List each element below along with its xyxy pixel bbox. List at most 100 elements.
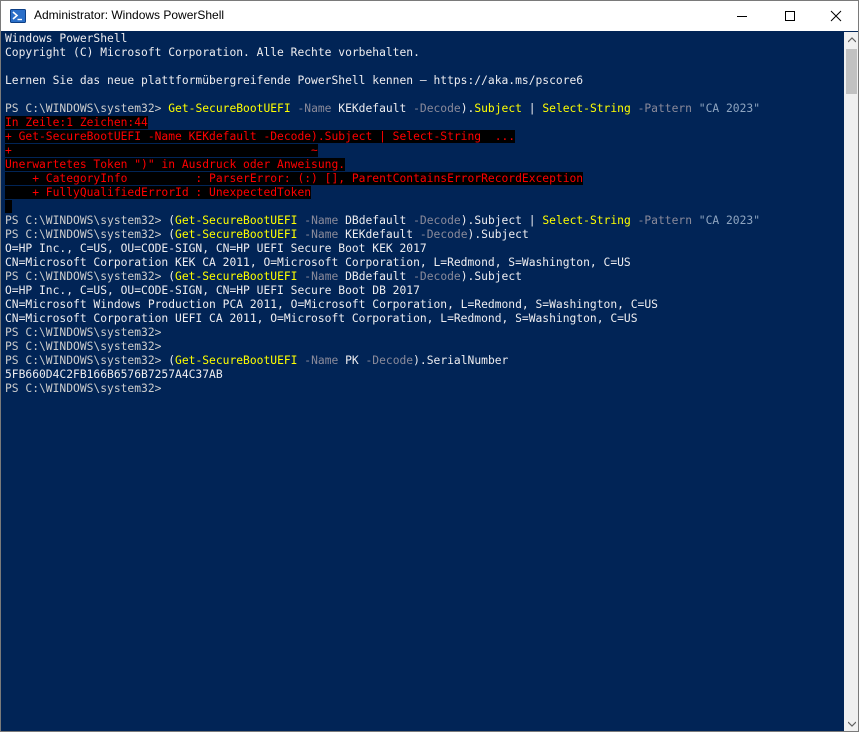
console-text: PS C:\WINDOWS\system32>: [5, 340, 162, 353]
minimize-icon: [737, 16, 747, 17]
console-line: + Get-SecureBootUEFI -Name KEKdefault -D…: [5, 130, 844, 144]
console-line: CN=Microsoft Corporation UEFI CA 2011, O…: [5, 312, 844, 326]
console-text: O=HP Inc., C=US, OU=CODE-SIGN, CN=HP UEF…: [5, 242, 427, 255]
console-line: Unerwartetes Token ")" in Ausdruck oder …: [5, 158, 844, 172]
console-text: Unerwartetes Token ")" in Ausdruck oder …: [5, 158, 346, 171]
console-text: "CA 2023": [698, 102, 760, 115]
scroll-down-button[interactable]: [844, 716, 858, 731]
console-line: PS C:\WINDOWS\system32>: [5, 326, 844, 340]
console-text: + ~: [5, 144, 318, 157]
console-text: Get-SecureBootUEFI: [175, 214, 298, 227]
console-text: -Decode: [406, 102, 461, 115]
console-text: PK: [345, 354, 359, 367]
chevron-up-icon: [847, 36, 856, 42]
console-line: PS C:\WINDOWS\system32> (Get-SecureBootU…: [5, 228, 844, 242]
console-text: PS C:\WINDOWS\system32>: [5, 326, 162, 339]
console-text: ).Subject |: [460, 214, 543, 227]
console-text: -Name: [297, 214, 346, 227]
console-text: Copyright (C) Microsoft Corporation. All…: [5, 46, 420, 59]
console-line: CN=Microsoft Corporation KEK CA 2011, O=…: [5, 256, 844, 270]
chevron-down-icon: [847, 721, 856, 727]
console-line: + ~: [5, 144, 844, 158]
console-text: KEKdefault: [345, 228, 414, 241]
console-text: "CA 2023": [698, 214, 761, 227]
vertical-scrollbar[interactable]: [844, 32, 858, 731]
console-text: Get-SecureBootUEFI: [168, 102, 291, 115]
console-text: -Pattern: [630, 214, 699, 227]
console-text: -Name: [297, 228, 346, 241]
console-text: KEKdefault: [338, 102, 407, 115]
console-text: + CategoryInfo : ParserError: (:) [], Pa…: [5, 172, 584, 185]
title-bar[interactable]: Administrator: Windows PowerShell: [1, 1, 858, 31]
console-text: |: [521, 102, 543, 115]
console-text: -Pattern: [630, 102, 699, 115]
maximize-button[interactable]: [767, 1, 813, 31]
console-text: DBdefault: [345, 214, 407, 227]
console-text: ).: [460, 102, 475, 115]
console-line: O=HP Inc., C=US, OU=CODE-SIGN, CN=HP UEF…: [5, 284, 844, 298]
console-text: Get-SecureBootUEFI: [175, 270, 298, 283]
console-text: PS C:\WINDOWS\system32>: [5, 354, 169, 367]
console-line: PS C:\WINDOWS\system32> Get-SecureBootUE…: [5, 102, 844, 116]
console-text: Lernen Sie das neue plattformübergreifen…: [5, 74, 584, 87]
console-line: + FullyQualifiedErrorId : UnexpectedToke…: [5, 186, 844, 200]
console-line: PS C:\WINDOWS\system32> (Get-SecureBootU…: [5, 270, 844, 284]
console-text: ).Subject: [460, 270, 522, 283]
console-line: 5FB660D4C2FB166B6576B7257A4C37AB: [5, 368, 844, 382]
console-line: In Zeile:1 Zeichen:44: [5, 116, 844, 130]
console-text: [5, 200, 12, 213]
console-line: PS C:\WINDOWS\system32> (Get-SecureBootU…: [5, 214, 844, 228]
console-text: DBdefault: [345, 270, 407, 283]
console-text: Get-SecureBootUEFI: [175, 228, 298, 241]
console-text: CN=Microsoft Corporation KEK CA 2011, O=…: [5, 256, 631, 269]
console-text: + FullyQualifiedErrorId : UnexpectedToke…: [5, 186, 312, 199]
powershell-icon: [10, 8, 26, 24]
close-icon: [830, 10, 842, 22]
console-text: -Decode: [406, 214, 461, 227]
console-text: -Name: [290, 102, 339, 115]
scroll-up-button[interactable]: [844, 32, 858, 47]
console-text: 5FB660D4C2FB166B6576B7257A4C37AB: [5, 368, 223, 381]
console-text: PS C:\WINDOWS\system32>: [5, 270, 169, 283]
console-text: -Decode: [358, 354, 414, 367]
console-text: Get-SecureBootUEFI: [175, 354, 298, 367]
console-line: PS C:\WINDOWS\system32>: [5, 382, 844, 396]
console-text: ).SerialNumber: [413, 354, 509, 367]
console-text: -Decode: [413, 228, 468, 241]
console-text: -Name: [297, 270, 346, 283]
console-text: Select-String: [542, 102, 631, 115]
console-line: Lernen Sie das neue plattformübergreifen…: [5, 74, 844, 88]
console-text: PS C:\WINDOWS\system32>: [5, 228, 169, 241]
console-text: -Name: [297, 354, 346, 367]
close-button[interactable]: [813, 1, 858, 31]
console-output[interactable]: Windows PowerShell Copyright (C) Microsof…: [5, 32, 844, 731]
console-text: Select-String: [542, 214, 631, 227]
scrollbar-thumb[interactable]: [846, 49, 857, 94]
minimize-button[interactable]: [719, 1, 765, 31]
console-text: In Zeile:1 Zeichen:44: [5, 116, 148, 129]
powershell-window: Administrator: Windows PowerShell Window…: [0, 0, 859, 732]
console-line: [5, 200, 844, 214]
console-line: + CategoryInfo : ParserError: (:) [], Pa…: [5, 172, 844, 186]
console-text: CN=Microsoft Corporation UEFI CA 2011, O…: [5, 312, 638, 325]
maximize-icon: [785, 11, 795, 21]
console-text: -Decode: [406, 270, 461, 283]
console-text: PS C:\WINDOWS\system32>: [5, 214, 169, 227]
console-text: PS C:\WINDOWS\system32>: [5, 102, 169, 115]
console-text: O=HP Inc., C=US, OU=CODE-SIGN, CN=HP UEF…: [5, 284, 420, 297]
console-line: PS C:\WINDOWS\system32>: [5, 340, 844, 354]
console-line: PS C:\WINDOWS\system32> (Get-SecureBootU…: [5, 354, 844, 368]
console-line: O=HP Inc., C=US, OU=CODE-SIGN, CN=HP UEF…: [5, 242, 844, 256]
console-text: Subject: [474, 102, 522, 115]
console-line: Windows PowerShell: [5, 32, 844, 46]
window-title: Administrator: Windows PowerShell: [34, 8, 225, 22]
console-text: PS C:\WINDOWS\system32>: [5, 382, 162, 395]
console-text: + Get-SecureBootUEFI -Name KEKdefault -D…: [5, 130, 516, 143]
console-line: CN=Microsoft Windows Production PCA 2011…: [5, 298, 844, 312]
console-text: CN=Microsoft Windows Production PCA 2011…: [5, 298, 658, 311]
console-text: ).Subject: [467, 228, 529, 241]
console-text: Windows PowerShell: [5, 32, 128, 45]
console-line: Copyright (C) Microsoft Corporation. All…: [5, 46, 844, 60]
